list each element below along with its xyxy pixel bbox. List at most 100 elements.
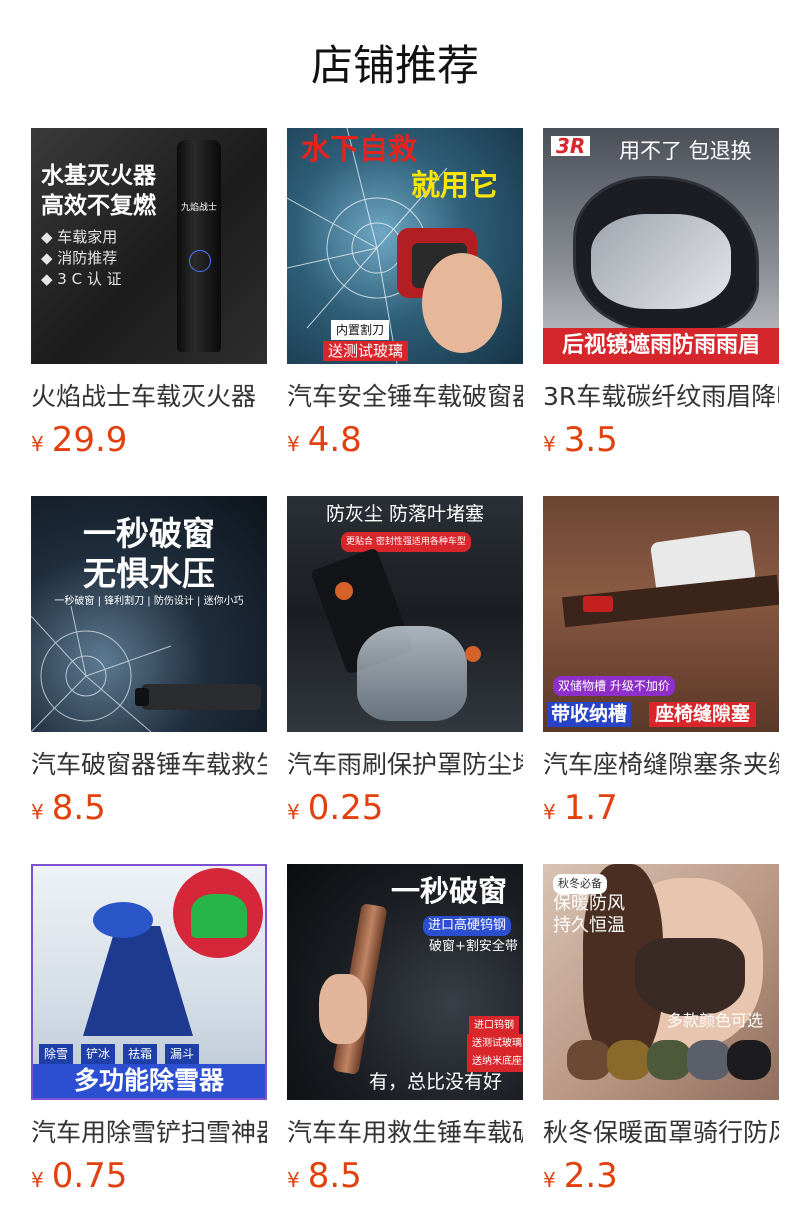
product-card[interactable]: 水下自救 就用它 内置割刀 送测试玻璃 汽车安全锤车载破窗器 ¥4.8: [287, 128, 523, 496]
window-breaker-image[interactable]: 一秒破窗 无惧水压 一秒破窗 | 锋利割刀 | 防伤设计 | 迷你小巧: [31, 496, 267, 732]
rescue-hammer-image[interactable]: 一秒破窗 进口高硬钨钢 破窗+割安全带 进口钨钢 送测试玻璃 送纳米底座 有，总…: [287, 864, 523, 1100]
product-price: ¥4.8: [287, 418, 523, 462]
brand-logo: 3R: [551, 136, 591, 156]
product-card[interactable]: 秋冬必备 保暖防风 持久恒温 多款颜色可选 秋冬保暖面罩骑行防风 ¥2.3: [543, 864, 779, 1232]
product-card[interactable]: 除雪 铲冰 祛霜 漏斗 多功能除雪器 汽车用除雪铲扫雪神器 ¥0.75: [31, 864, 267, 1232]
product-card[interactable]: 水基灭火器 高效不复燃 ◆ 车载家用 ◆ 消防推荐 ◆ 3 C 认 证 九焰战士…: [31, 128, 267, 496]
image-subline: 破窗+割安全带: [429, 939, 518, 954]
currency-symbol: ¥: [31, 800, 44, 824]
image-bullet: ◆ 消防推荐: [41, 249, 118, 267]
image-tag: 漏斗: [165, 1044, 200, 1064]
image-line: 高效不复燃: [41, 193, 156, 219]
hand-graphic: [319, 974, 367, 1044]
image-line: 水基灭火器: [41, 163, 156, 189]
product-name[interactable]: 汽车座椅缝隙塞条夹缝: [543, 748, 779, 782]
currency-symbol: ¥: [287, 432, 300, 456]
product-name[interactable]: 秋冬保暖面罩骑行防风: [543, 1116, 779, 1150]
price-value: 8.5: [51, 788, 106, 828]
product-name[interactable]: 汽车安全锤车载破窗器: [287, 380, 523, 414]
image-line: 用不了 包退换: [619, 139, 752, 163]
image-tag: 铲冰: [81, 1044, 116, 1064]
price-value: 4.8: [307, 420, 362, 460]
image-caption: 有，总比没有好: [369, 1071, 503, 1093]
currency-symbol: ¥: [543, 1168, 556, 1192]
brand-label: 九焰战士: [180, 203, 217, 213]
product-card[interactable]: 一秒破窗 进口高硬钨钢 破窗+割安全带 进口钨钢 送测试玻璃 送纳米底座 有，总…: [287, 864, 523, 1232]
product-card[interactable]: 防灰尘 防落叶堵塞 更贴合 密封性强适用各种车型 汽车雨刷保护罩防尘堵 ¥0.2…: [287, 496, 523, 864]
image-line: 一秒破窗: [83, 514, 215, 553]
product-price: ¥0.75: [31, 1154, 267, 1198]
image-caption: 多款颜色可选: [667, 1011, 764, 1030]
image-tag: 进口钨钢: [469, 1016, 519, 1036]
product-card[interactable]: 3R 用不了 包退换 后视镜遮雨防雨雨眉 3R车载碳纤纹雨眉降噪 ¥3.5: [543, 128, 779, 496]
price-value: 29.9: [51, 420, 128, 460]
image-banner: 多功能除雪器: [33, 1064, 265, 1098]
image-subline: 一秒破窗 | 锋利割刀 | 防伤设计 | 迷你小巧: [54, 596, 244, 607]
inset-circle: [173, 868, 263, 958]
product-name[interactable]: 汽车用除雪铲扫雪神器: [31, 1116, 267, 1150]
product-price: ¥8.5: [31, 786, 267, 830]
fire-extinguisher-image[interactable]: 水基灭火器 高效不复燃 ◆ 车载家用 ◆ 消防推荐 ◆ 3 C 认 证 九焰战士: [31, 128, 267, 364]
price-value: 0.25: [307, 788, 384, 828]
leaf-graphic: [335, 582, 353, 600]
mask-swatch: [607, 1040, 651, 1080]
product-price: ¥29.9: [31, 418, 267, 462]
image-tag: 送测试玻璃: [323, 341, 409, 361]
image-tag: 祛霜: [123, 1044, 158, 1064]
product-price: ¥1.7: [543, 786, 779, 830]
currency-symbol: ¥: [31, 1168, 44, 1192]
leaf-graphic: [465, 646, 481, 662]
mask-swatch: [647, 1040, 691, 1080]
currency-symbol: ¥: [31, 432, 44, 456]
image-tag: 更贴合 密封性强适用各种车型: [341, 532, 471, 552]
blue-scraper: [83, 926, 193, 1036]
image-line: 无惧水压: [83, 554, 215, 593]
image-line: 就用它: [411, 168, 499, 202]
currency-symbol: ¥: [287, 1168, 300, 1192]
image-tag: 除雪: [39, 1044, 74, 1064]
product-name[interactable]: 火焰战士车载灭火器: [31, 380, 267, 414]
price-value: 0.75: [51, 1156, 128, 1196]
product-name[interactable]: 汽车雨刷保护罩防尘堵: [287, 748, 523, 782]
image-tag: 双储物槽 升级不加价: [553, 676, 675, 696]
product-name[interactable]: 3R车载碳纤纹雨眉降噪: [543, 380, 779, 414]
product-price: ¥0.25: [287, 786, 523, 830]
snow-scraper-image[interactable]: 除雪 铲冰 祛霜 漏斗 多功能除雪器: [31, 864, 267, 1100]
image-line: 防灰尘 防落叶堵塞: [325, 503, 485, 525]
image-banner: 座椅缝隙塞: [649, 702, 757, 727]
image-line: 一秒破窗: [391, 874, 508, 908]
image-line: 水下自救: [301, 132, 418, 166]
seatbelt-buckle: [583, 596, 613, 612]
product-card[interactable]: 一秒破窗 无惧水压 一秒破窗 | 锋利割刀 | 防伤设计 | 迷你小巧 汽车破窗…: [31, 496, 267, 864]
image-line: 持久恒温: [553, 915, 625, 936]
wiper-cover-image[interactable]: 防灰尘 防落叶堵塞 更贴合 密封性强适用各种车型: [287, 496, 523, 732]
price-value: 3.5: [563, 420, 618, 460]
product-grid: 水基灭火器 高效不复燃 ◆ 车载家用 ◆ 消防推荐 ◆ 3 C 认 证 九焰战士…: [31, 128, 779, 1232]
seat-gap-filler-image[interactable]: 双储物槽 升级不加价 带收纳槽 座椅缝隙塞: [543, 496, 779, 732]
rain-visor-image[interactable]: 3R 用不了 包退换 后视镜遮雨防雨雨眉: [543, 128, 779, 364]
safety-hammer-image[interactable]: 水下自救 就用它 内置割刀 送测试玻璃: [287, 128, 523, 364]
mask-swatch: [727, 1040, 771, 1080]
product-name[interactable]: 汽车破窗器锤车载救生: [31, 748, 267, 782]
currency-symbol: ¥: [543, 800, 556, 824]
image-tag: 送测试玻璃: [467, 1034, 523, 1054]
product-price: ¥8.5: [287, 1154, 523, 1198]
product-card[interactable]: 双储物槽 升级不加价 带收纳槽 座椅缝隙塞 汽车座椅缝隙塞条夹缝 ¥1.7: [543, 496, 779, 864]
product-price: ¥3.5: [543, 418, 779, 462]
face-mask-image[interactable]: 秋冬必备 保暖防风 持久恒温 多款颜色可选: [543, 864, 779, 1100]
currency-symbol: ¥: [287, 800, 300, 824]
image-banner: 后视镜遮雨防雨雨眉: [543, 328, 779, 364]
price-value: 1.7: [563, 788, 618, 828]
price-value: 8.5: [307, 1156, 362, 1196]
mask-swatch: [687, 1040, 731, 1080]
page-title: 店铺推荐: [310, 41, 479, 90]
currency-symbol: ¥: [543, 432, 556, 456]
product-name[interactable]: 汽车车用救生锤车载破: [287, 1116, 523, 1150]
mask-graphic: [635, 938, 745, 1016]
mirror-graphic: [573, 176, 759, 332]
extinguisher-can: 九焰战士: [177, 140, 221, 352]
mask-swatch: [567, 1040, 611, 1080]
image-badge: 进口高硬钨钢: [423, 916, 512, 936]
brand-emblem: [189, 250, 211, 272]
image-tag: 秋冬必备: [553, 874, 607, 894]
